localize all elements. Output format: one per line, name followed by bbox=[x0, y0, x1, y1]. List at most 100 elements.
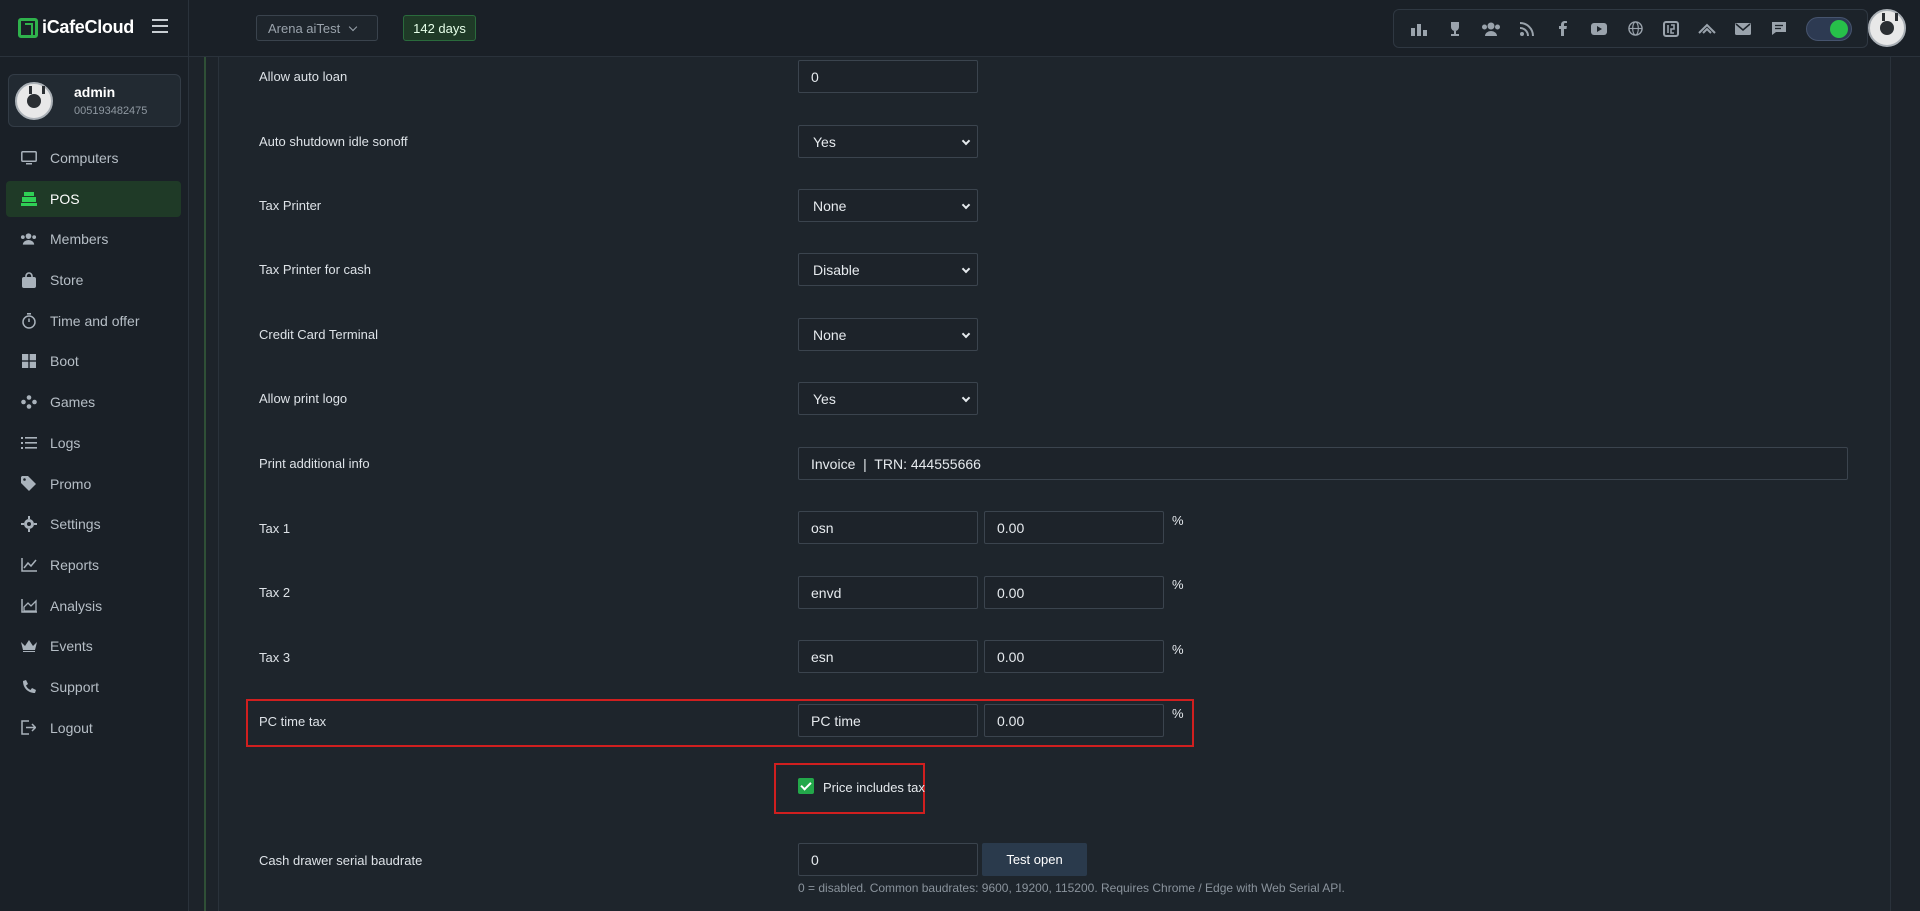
tax3-percent: % bbox=[1172, 642, 1184, 657]
price-includes-tax-checkbox[interactable] bbox=[798, 778, 814, 794]
sidebar-item-logout[interactable]: Logout bbox=[6, 710, 181, 746]
stopwatch-icon bbox=[20, 312, 37, 329]
test-open-button[interactable]: Test open bbox=[982, 843, 1087, 876]
tax3-label: Tax 3 bbox=[259, 650, 291, 665]
chevron-down-icon bbox=[349, 22, 358, 31]
allow-print-logo-select[interactable]: Yes bbox=[798, 382, 978, 415]
tax-printer-label: Tax Printer bbox=[259, 198, 322, 213]
trophy-icon[interactable] bbox=[1442, 16, 1468, 42]
sidebar-item-label: Computers bbox=[50, 150, 119, 166]
tax2-percent: % bbox=[1172, 577, 1184, 592]
cash-drawer-hint: 0 = disabled. Common baudrates: 9600, 19… bbox=[798, 881, 1345, 895]
line-chart-icon bbox=[20, 556, 37, 573]
tax3-rate-input[interactable]: 0.00 bbox=[984, 640, 1164, 673]
pc-time-tax-rate-input[interactable]: 0.00 bbox=[984, 704, 1164, 737]
user-id: 005193482475 bbox=[74, 105, 148, 117]
sidebar-item-label: Time and offer bbox=[50, 312, 140, 329]
credit-card-terminal-select[interactable]: None bbox=[798, 318, 978, 351]
app-logo[interactable]: iCafeCloud bbox=[18, 17, 134, 38]
sidebar-item-support[interactable]: Support bbox=[6, 669, 181, 705]
pc-time-tax-name-input[interactable]: PC time bbox=[798, 704, 978, 737]
sidebar-item-reports[interactable]: Reports bbox=[6, 547, 181, 583]
sidebar-item-boot[interactable]: Boot bbox=[6, 343, 181, 379]
allow-auto-loan-value: 0 bbox=[811, 68, 819, 85]
toggle-knob bbox=[1830, 19, 1848, 38]
tax-printer-cash-label: Tax Printer for cash bbox=[259, 262, 371, 277]
youtube-icon[interactable] bbox=[1586, 16, 1612, 42]
bag-icon bbox=[20, 272, 37, 289]
tax1-label: Tax 1 bbox=[259, 521, 291, 536]
sidebar-item-logs[interactable]: Logs bbox=[6, 425, 181, 461]
tax-printer-cash-select[interactable]: Disable bbox=[798, 253, 978, 286]
allow-auto-loan-input[interactable]: 0 bbox=[798, 60, 978, 93]
icafe-icon[interactable] bbox=[1658, 16, 1684, 42]
tax1-rate-value: 0.00 bbox=[997, 519, 1025, 536]
top-bar: iCafeCloud Arena aiTest 142 days bbox=[0, 0, 1920, 57]
tax2-rate-input[interactable]: 0.00 bbox=[984, 576, 1164, 609]
sidebar-nav: Computers POS Members Store Time and off… bbox=[6, 140, 181, 750]
icafe-logo-icon bbox=[18, 17, 38, 38]
cash-drawer-baudrate-input[interactable]: 0 bbox=[798, 843, 978, 876]
sidebar-item-label: Promo bbox=[50, 475, 92, 492]
sidebar: admin 005193482475 Computers POS Members… bbox=[0, 57, 188, 911]
tax2-label: Tax 2 bbox=[259, 585, 291, 600]
price-includes-tax-label[interactable]: Price includes tax bbox=[823, 780, 925, 795]
rss-icon[interactable] bbox=[1514, 16, 1540, 42]
gamepad-icon bbox=[20, 394, 37, 411]
user-card[interactable]: admin 005193482475 bbox=[8, 74, 181, 127]
sidebar-item-label: Support bbox=[50, 678, 100, 695]
tax1-name-input[interactable]: osn bbox=[798, 511, 978, 544]
area-chart-icon bbox=[20, 597, 37, 614]
facebook-icon[interactable] bbox=[1550, 16, 1576, 42]
allow-print-logo-value: Yes bbox=[813, 390, 836, 407]
auto-shutdown-value: Yes bbox=[813, 133, 836, 150]
tax1-percent: % bbox=[1172, 513, 1184, 528]
monitor-icon bbox=[20, 150, 37, 167]
arena-select-value: Arena aiTest bbox=[268, 20, 341, 36]
user-name: admin bbox=[74, 84, 116, 100]
theme-toggle[interactable] bbox=[1806, 16, 1852, 41]
tax3-name-input[interactable]: esn bbox=[798, 640, 978, 673]
arena-select[interactable]: Arena aiTest bbox=[256, 15, 378, 41]
sidebar-item-analysis[interactable]: Analysis bbox=[6, 588, 181, 624]
sidebar-item-events[interactable]: Events bbox=[6, 628, 181, 664]
sidebar-item-settings[interactable]: Settings bbox=[6, 506, 181, 542]
sidebar-item-games[interactable]: Games bbox=[6, 384, 181, 420]
phone-icon bbox=[20, 678, 37, 695]
tax1-rate-input[interactable]: 0.00 bbox=[984, 511, 1164, 544]
chevron-down-icon bbox=[961, 136, 971, 146]
sidebar-item-time-and-offer[interactable]: Time and offer bbox=[6, 303, 181, 339]
tax2-rate-value: 0.00 bbox=[997, 584, 1025, 601]
chevron-down-icon bbox=[961, 200, 971, 210]
pc-time-tax-percent: % bbox=[1172, 706, 1184, 721]
sidebar-item-label: Logout bbox=[50, 719, 93, 736]
sidebar-item-store[interactable]: Store bbox=[6, 262, 181, 298]
pc-time-tax-rate-value: 0.00 bbox=[997, 712, 1025, 729]
globe-icon[interactable] bbox=[1622, 16, 1648, 42]
sidebar-item-label: Settings bbox=[50, 516, 101, 533]
list-icon bbox=[20, 434, 37, 451]
tax2-name-input[interactable]: envd bbox=[798, 576, 978, 609]
top-user-avatar[interactable] bbox=[1868, 9, 1906, 47]
tax-printer-select[interactable]: None bbox=[798, 189, 978, 222]
menu-toggle-icon[interactable] bbox=[152, 19, 168, 33]
header-icon-tray bbox=[1393, 9, 1868, 48]
chat-icon[interactable] bbox=[1766, 16, 1792, 42]
ranking-icon[interactable] bbox=[1406, 16, 1432, 42]
sidebar-item-promo[interactable]: Promo bbox=[6, 466, 181, 502]
sidebar-item-label: Members bbox=[50, 231, 109, 248]
medal-icon bbox=[27, 86, 45, 108]
sidebar-item-computers[interactable]: Computers bbox=[6, 140, 181, 176]
group-icon[interactable] bbox=[1478, 16, 1504, 42]
sidebar-item-pos[interactable]: POS bbox=[6, 180, 181, 217]
print-additional-info-label: Print additional info bbox=[259, 456, 370, 471]
print-additional-info-input[interactable]: Invoice | TRN: 444555666 bbox=[798, 447, 1848, 480]
auto-shutdown-select[interactable]: Yes bbox=[798, 125, 978, 158]
sidebar-item-label: Boot bbox=[50, 353, 79, 370]
mail-icon[interactable] bbox=[1730, 16, 1756, 42]
sidebar-item-label: Logs bbox=[50, 434, 81, 451]
user-avatar bbox=[15, 82, 53, 120]
double-chevron-icon[interactable] bbox=[1694, 16, 1720, 42]
allow-print-logo-label: Allow print logo bbox=[259, 391, 348, 406]
sidebar-item-members[interactable]: Members bbox=[6, 221, 181, 257]
